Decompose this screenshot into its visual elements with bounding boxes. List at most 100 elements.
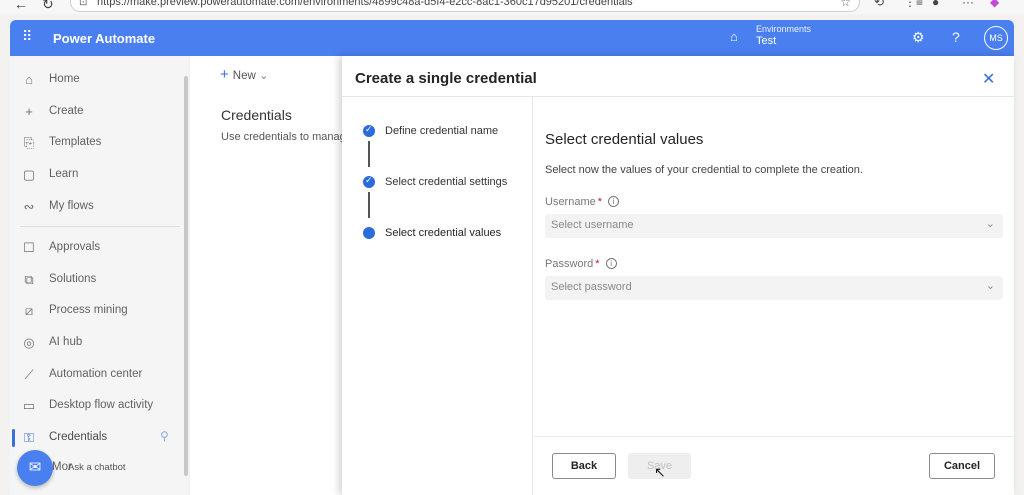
nav-item-approvals[interactable]: ☐ Approvals xyxy=(10,236,188,260)
profile-icon[interactable]: ● xyxy=(932,0,939,9)
nav-scrollbar[interactable] xyxy=(184,76,188,476)
password-label: Password * i xyxy=(545,258,617,270)
panel-title: Create a single credential xyxy=(355,70,537,87)
username-label-text: Username xyxy=(545,196,596,208)
copilot-icon[interactable]: ◆ xyxy=(990,0,999,9)
extensions-icon[interactable]: ⟲ xyxy=(874,0,884,9)
favorites-bar-icon[interactable]: ⋮≡ xyxy=(904,0,923,9)
nav-item-label: Automation center xyxy=(49,368,143,380)
nav-item-label: Credentials xyxy=(49,431,108,443)
nav-item-ai-hub[interactable]: ◎ AI hub xyxy=(10,331,188,355)
pin-icon[interactable]: ⚲ xyxy=(160,429,169,443)
nav-divider xyxy=(20,226,180,227)
chatbot-icon: ✉ xyxy=(28,459,42,476)
footer-divider xyxy=(533,436,1014,437)
app-launcher-icon[interactable]: ⠿ xyxy=(22,29,36,43)
home-icon: ⌂ xyxy=(25,72,33,87)
nav-item-automation-center[interactable]: ⟋ Automation center xyxy=(10,363,188,387)
more-options-icon[interactable]: ··· xyxy=(962,0,974,9)
active-indicator xyxy=(12,429,15,447)
avatar[interactable]: MS xyxy=(984,26,1008,50)
app-title[interactable]: Power Automate xyxy=(53,31,155,46)
username-label: Username * i xyxy=(545,196,620,208)
book-icon: ▢ xyxy=(22,167,36,182)
nav-item-label: Home xyxy=(49,73,80,85)
nav-item-label: Create xyxy=(49,105,84,117)
templates-icon: ⎘ xyxy=(23,135,35,150)
password-label-text: Password xyxy=(545,258,594,270)
nav-item-solutions[interactable]: ⧉ Solutions xyxy=(10,268,188,292)
nav-item-label: Templates xyxy=(49,136,102,148)
nav-item-desktop-flow-activity[interactable]: ▭ Desktop flow activity xyxy=(10,394,188,418)
nav-item-label: Process mining xyxy=(49,304,128,316)
nav-item-learn[interactable]: ▢ Learn xyxy=(10,163,188,187)
favorite-star-icon[interactable]: ☆ xyxy=(840,0,851,11)
cancel-button[interactable]: Cancel xyxy=(929,453,995,479)
password-placeholder: Select password xyxy=(551,281,632,293)
chatbot-label[interactable]: Ask a chatbot xyxy=(68,462,126,473)
browser-toolbar: ← ↻ ⊡ https://make.preview.powerautomate… xyxy=(0,0,1024,14)
plus-icon: + xyxy=(25,104,33,119)
solutions-icon: ⧉ xyxy=(24,272,34,287)
step-select-values[interactable]: Select credential values xyxy=(385,227,501,239)
chevron-down-icon: ⌄ xyxy=(258,70,269,82)
help-icon[interactable]: ? xyxy=(952,29,960,45)
nav-item-label: Solutions xyxy=(49,273,97,285)
info-icon[interactable]: i xyxy=(605,258,617,269)
close-icon[interactable]: ✕ xyxy=(982,69,995,89)
chevron-down-icon: ⌄ xyxy=(985,280,995,292)
page-subtitle: Use credentials to manag xyxy=(221,131,342,143)
nav-item-create[interactable]: + Create xyxy=(10,100,188,124)
process-mining-icon: ⧄ xyxy=(24,303,34,318)
settings-gear-icon[interactable]: ⚙ xyxy=(912,29,925,46)
nav-item-templates[interactable]: ⎘ Templates xyxy=(10,131,188,155)
environment-name[interactable]: Test xyxy=(756,35,776,47)
chevron-down-icon: ⌄ xyxy=(985,218,995,230)
section-description: Select now the values of your credential… xyxy=(545,164,863,176)
username-placeholder: Select username xyxy=(551,219,634,231)
step-select-settings[interactable]: Select credential settings xyxy=(385,176,507,188)
flows-icon: ∾ xyxy=(23,199,35,214)
section-title: Select credential values xyxy=(545,131,704,148)
left-navigation: ⌂ Home + Create ⎘ Templates ▢ Learn ∾ My… xyxy=(10,56,188,495)
required-marker: * xyxy=(597,196,603,208)
nav-item-process-mining[interactable]: ⧄ Process mining xyxy=(10,299,188,323)
credentials-icon: ⚿ xyxy=(24,430,34,445)
wizard-steps: Define credential name Select credential… xyxy=(342,97,533,495)
info-icon[interactable]: i xyxy=(608,196,620,207)
step-complete-icon xyxy=(363,124,375,137)
nav-item-credentials[interactable]: ⚿ Credentials ⚲ xyxy=(10,426,188,450)
required-marker: * xyxy=(595,258,600,270)
environment-label[interactable]: Environments xyxy=(756,24,811,34)
step-connector xyxy=(368,192,370,218)
nav-item-label: Learn xyxy=(49,168,79,180)
create-credential-panel: Create a single credential ✕ Define cred… xyxy=(342,56,1014,495)
ai-hub-icon: ◎ xyxy=(23,335,35,350)
chatbot-button[interactable]: ✉ xyxy=(17,450,53,486)
nav-item-label: AI hub xyxy=(49,336,83,348)
step-complete-icon xyxy=(363,175,375,188)
refresh-icon[interactable]: ↻ xyxy=(42,0,54,13)
nav-item-label: Approvals xyxy=(49,241,101,253)
back-arrow-icon[interactable]: ← xyxy=(14,0,28,12)
step-define-name[interactable]: Define credential name xyxy=(385,125,498,137)
mouse-cursor-icon: ↖ xyxy=(654,464,666,480)
url-text: https://make.preview.powerautomate.com/e… xyxy=(97,0,633,8)
step-content: Select credential values Select now the … xyxy=(533,97,1014,437)
nav-item-label: My flows xyxy=(49,200,94,212)
username-dropdown[interactable]: Select username ⌄ xyxy=(545,214,1003,238)
new-button-label: New xyxy=(232,70,256,82)
password-dropdown[interactable]: Select password ⌄ xyxy=(545,276,1003,300)
new-button[interactable]: + New ⌄ xyxy=(220,66,269,83)
nav-item-my-flows[interactable]: ∾ My flows xyxy=(10,195,188,219)
nav-item-home[interactable]: ⌂ Home xyxy=(10,68,188,92)
desktop-icon: ▭ xyxy=(22,398,36,413)
back-button[interactable]: Back xyxy=(552,453,616,479)
page-info-icon[interactable]: ⊡ xyxy=(79,0,87,11)
address-bar[interactable]: ⊡ https://make.preview.powerautomate.com… xyxy=(70,0,860,12)
environment-icon[interactable]: ⌂ xyxy=(730,29,738,44)
step-connector xyxy=(368,141,370,167)
app-header: ⠿ Power Automate ⌂ Environments Test ⚙ ?… xyxy=(10,20,1014,56)
step-current-icon xyxy=(363,227,375,239)
page-title: Credentials xyxy=(221,107,292,123)
